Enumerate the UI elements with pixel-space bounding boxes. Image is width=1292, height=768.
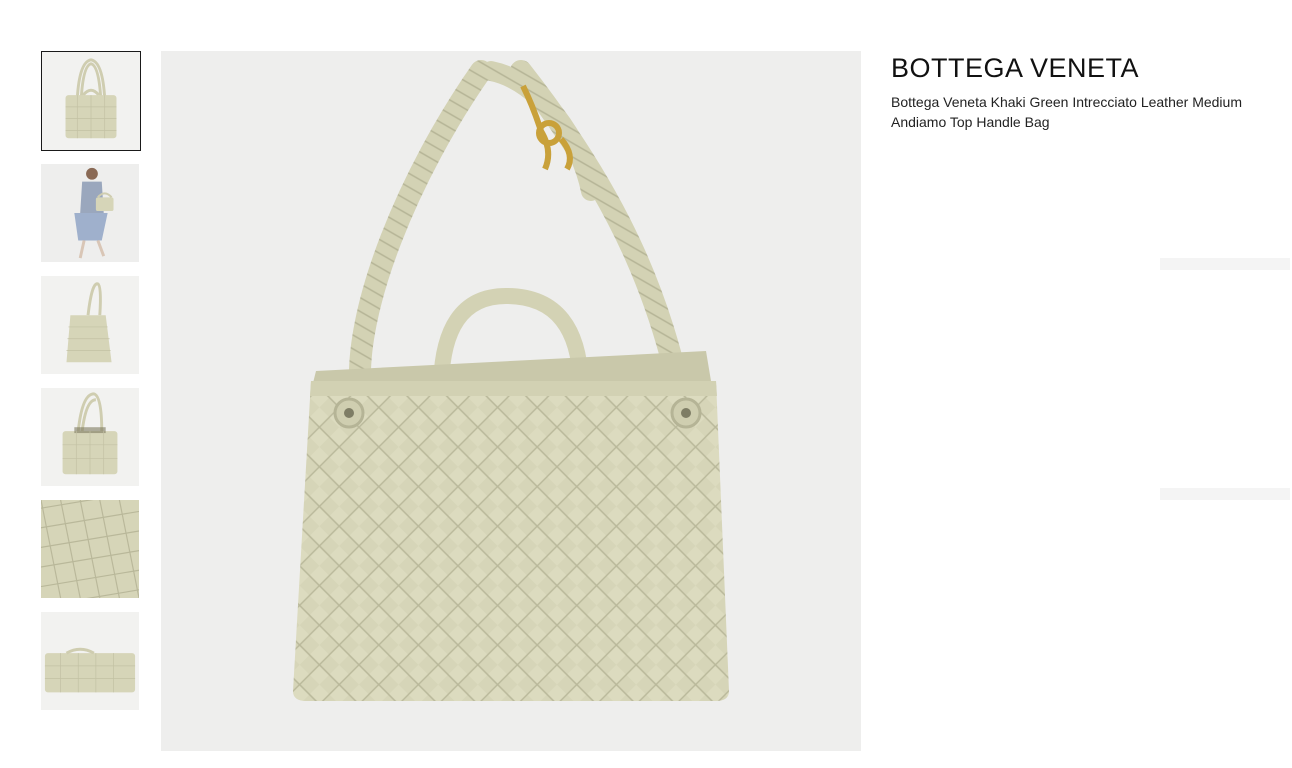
- main-product-image[interactable]: [161, 51, 861, 751]
- thumbnail-base-view[interactable]: [41, 612, 139, 710]
- thumbnail-weave-detail[interactable]: [41, 500, 139, 598]
- bag-main-image-icon: [161, 51, 861, 751]
- faint-placeholder-bar: [1160, 488, 1290, 500]
- weave-detail-icon: [41, 500, 139, 598]
- thumbnail-side-view[interactable]: [41, 276, 139, 374]
- base-view-icon: [41, 612, 139, 710]
- bag-front-thumbnail-icon: [42, 52, 140, 150]
- product-info: BOTTEGA VENETA Bottega Veneta Khaki Gree…: [891, 52, 1291, 132]
- faint-placeholder-bar: [1160, 258, 1290, 270]
- brand-name[interactable]: BOTTEGA VENETA: [891, 52, 1291, 84]
- thumbnail-front-view[interactable]: [41, 51, 141, 151]
- thumbnail-back-view[interactable]: [41, 388, 139, 486]
- model-carrying-bag-icon: [41, 164, 139, 262]
- product-title: Bottega Veneta Khaki Green Intrecciato L…: [891, 94, 1242, 130]
- side-view-icon: [41, 276, 139, 374]
- back-view-icon: [41, 388, 139, 486]
- thumbnail-model-view[interactable]: [41, 164, 139, 262]
